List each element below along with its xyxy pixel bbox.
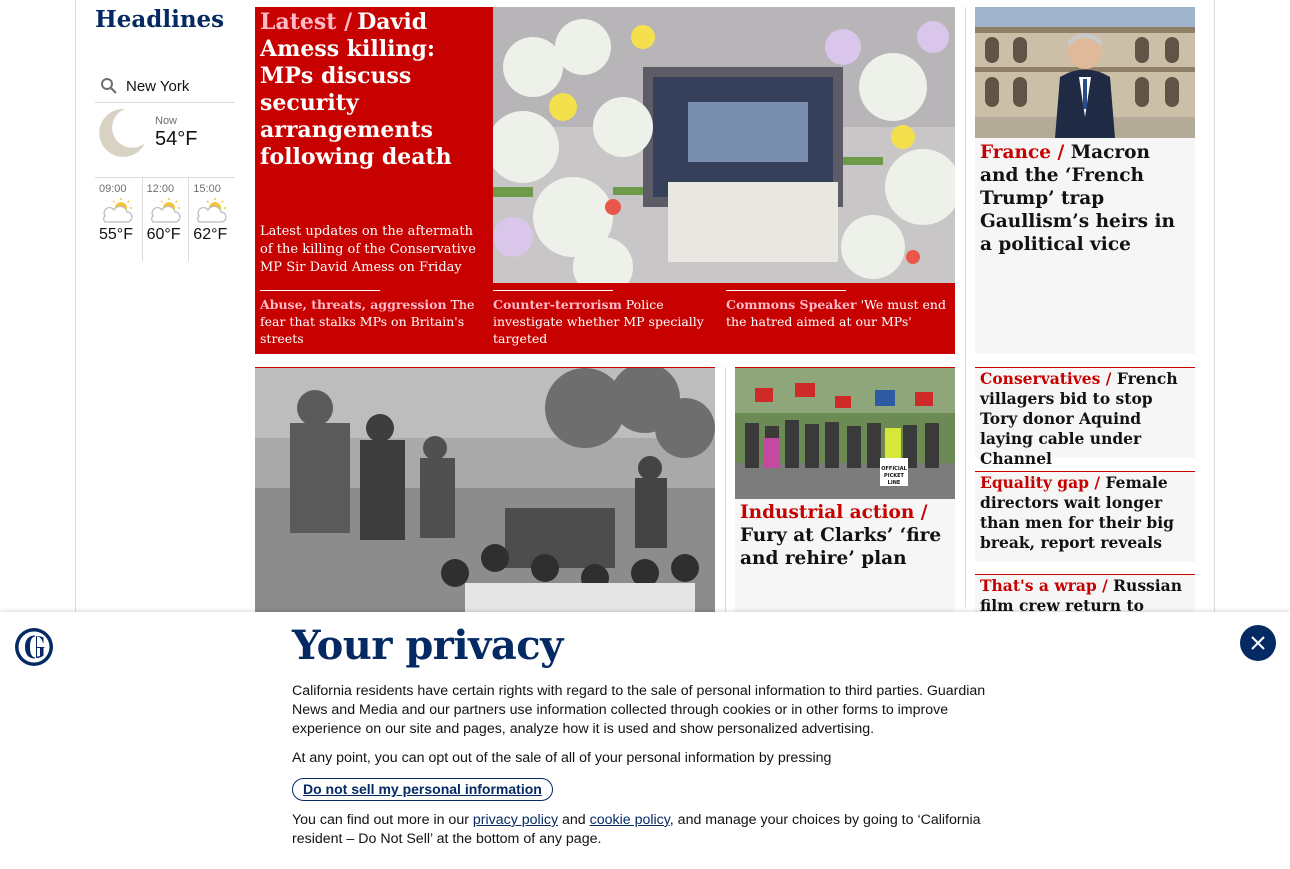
privacy-paragraph: You can find out more in our privacy pol… [292, 811, 1002, 849]
forecast-time: 12:00 [146, 183, 175, 195]
sublink-kicker: Commons Speaker [726, 297, 857, 312]
weather-forecast: 09:00 55°F 12:00 60°F 15:00 62°F [95, 177, 235, 261]
industrial-title: Fury at Clarks’ ‘fire and rehire’ plan [740, 525, 942, 569]
close-privacy-button[interactable] [1240, 625, 1276, 661]
sublink-item[interactable]: Abuse, threats, aggression The fear that… [260, 290, 485, 347]
sublink-kicker: Abuse, threats, aggression [260, 297, 447, 312]
forecast-time: 09:00 [99, 183, 127, 195]
sublink-kicker: Counter-terrorism [493, 297, 622, 312]
weather-now-label: Now [155, 115, 178, 127]
partly-cloudy-icon [150, 198, 181, 223]
divider [260, 290, 380, 291]
search-icon [101, 78, 117, 94]
forecast-item: 09:00 55°F [95, 178, 142, 261]
partly-cloudy-icon [197, 198, 227, 223]
guardian-logo-icon[interactable] [15, 628, 53, 666]
conservatives-card[interactable]: Conservatives / French villagers bid to … [975, 367, 1195, 468]
sublink-item[interactable]: Commons Speaker 'We must end the hatred … [726, 290, 951, 330]
forecast-time: 15:00 [193, 183, 221, 195]
moon-icon [99, 108, 145, 157]
hero-headline-link[interactable]: Latest / David Amess killing: MPs discus… [260, 9, 488, 171]
picket-sign-text: OFFICIAL [881, 466, 907, 472]
partly-cloudy-icon [103, 198, 133, 223]
forecast-temp: 62°F [193, 226, 228, 243]
picket-sign-text: PICKET [884, 473, 904, 479]
privacy-title: Your privacy [292, 622, 563, 669]
hero-card[interactable]: Latest / David Amess killing: MPs discus… [255, 7, 955, 354]
divider [493, 290, 613, 291]
weather-location: New York [126, 77, 190, 95]
forecast-temp: 55°F [99, 226, 133, 243]
industrial-headline: Industrial action / Fury at Clarks’ ‘fir… [735, 499, 955, 570]
privacy-paragraph: At any point, you can opt out of the sal… [292, 750, 832, 766]
privacy-text: You can find out more in our [292, 812, 469, 828]
equality-gap-card[interactable]: Equality gap / Female directors wait lon… [975, 471, 1195, 562]
weather-location-search[interactable]: New York [95, 70, 235, 103]
close-icon [1251, 636, 1265, 650]
france-image [975, 7, 1195, 138]
cookie-policy-link[interactable]: cookie policy [590, 812, 670, 828]
forecast-item: 12:00 60°F [141, 178, 189, 261]
industrial-action-card[interactable]: OFFICIAL PICKET LINE Industrial action /… [735, 367, 955, 612]
archive-photo-soldiers[interactable] [255, 367, 715, 612]
picket-image: OFFICIAL PICKET LINE [735, 368, 955, 499]
divider [726, 290, 846, 291]
industrial-kicker: Industrial action / [740, 502, 928, 523]
privacy-paragraph: California residents have certain rights… [292, 683, 986, 737]
france-kicker: France / [980, 142, 1065, 163]
card-kicker: That's a wrap / [980, 576, 1108, 595]
hero-standfirst: Latest updates on the aftermath of the k… [260, 224, 476, 275]
section-title: Headlines [95, 6, 225, 33]
weather-now-temp: 54°F [155, 128, 198, 150]
column-divider [965, 7, 966, 607]
privacy-text: and [562, 812, 586, 828]
hero-image-flowers[interactable] [493, 7, 955, 283]
privacy-banner: Your privacy California residents have c… [0, 612, 1290, 869]
hero-kicker: Latest / [260, 9, 353, 35]
sublink-item[interactable]: Counter-terrorism Police investigate whe… [493, 290, 718, 347]
france-card[interactable]: France / Macron and the ‘French Trump’ t… [975, 7, 1195, 354]
hero-sublinks: Abuse, threats, aggression The fear that… [255, 290, 955, 354]
picket-sign-text: LINE [888, 480, 901, 486]
card-kicker: Equality gap / [980, 473, 1101, 492]
column-divider [725, 367, 726, 612]
forecast-item: 15:00 62°F [188, 178, 235, 261]
forecast-temp: 60°F [146, 226, 181, 243]
privacy-body: California residents have certain rights… [292, 682, 1002, 859]
do-not-sell-button[interactable]: Do not sell my personal information [292, 778, 553, 801]
france-headline: France / Macron and the ‘French Trump’ t… [975, 138, 1195, 256]
card-kicker: Conservatives / [980, 369, 1112, 388]
privacy-policy-link[interactable]: privacy policy [473, 812, 558, 828]
